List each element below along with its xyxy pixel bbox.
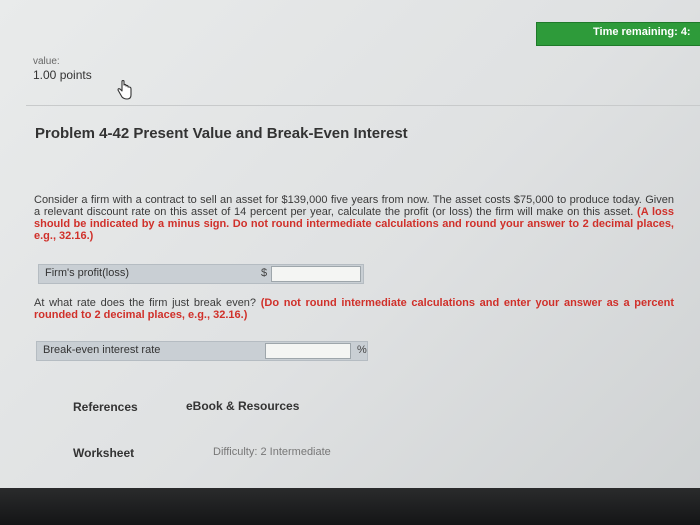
profit-answer-row: Firm's profit(loss) $ — [38, 264, 364, 284]
percent-symbol: % — [357, 344, 367, 356]
references-button[interactable]: References — [73, 400, 138, 414]
break-even-label: Break-even interest rate — [43, 344, 161, 356]
value-label: value: — [33, 56, 60, 67]
profit-input[interactable] — [271, 266, 361, 282]
question-1-text: Consider a firm with a contract to sell … — [34, 194, 674, 242]
time-remaining-bar: Time remaining: 4: — [536, 22, 700, 46]
hand-pointer-icon — [117, 80, 132, 100]
difficulty-label: Difficulty: 2 Intermediate — [213, 446, 331, 458]
assignment-page: Time remaining: 4: value: 1.00 points Pr… — [0, 0, 700, 490]
monitor-bezel — [0, 488, 700, 525]
header-divider — [26, 105, 700, 106]
problem-title: Problem 4-42 Present Value and Break-Eve… — [35, 125, 408, 142]
break-even-input[interactable] — [265, 343, 351, 359]
time-remaining-label: Time remaining: 4: — [593, 26, 691, 38]
break-even-answer-row: Break-even interest rate % — [36, 341, 368, 361]
question-2-body: At what rate does the firm just break ev… — [34, 297, 257, 309]
worksheet-button[interactable]: Worksheet — [73, 446, 134, 460]
points-value: 1.00 points — [33, 68, 92, 82]
question-2-text: At what rate does the firm just break ev… — [34, 297, 674, 321]
ebook-resources-button[interactable]: eBook & Resources — [186, 399, 299, 413]
currency-symbol: $ — [261, 267, 268, 279]
question-1-body: Consider a firm with a contract to sell … — [34, 194, 674, 218]
profit-label: Firm's profit(loss) — [45, 267, 129, 279]
